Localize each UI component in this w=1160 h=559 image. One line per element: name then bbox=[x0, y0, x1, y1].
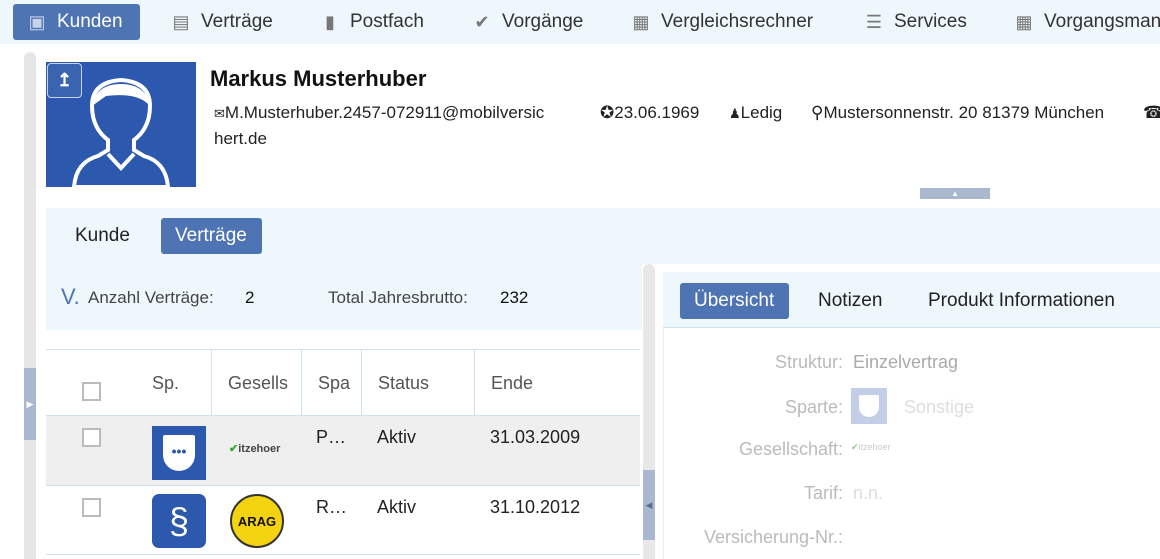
person-icon: ♟ bbox=[729, 106, 741, 121]
nav-vorgangsmanager[interactable]: ▦ Vorgangsmanager bbox=[1014, 4, 1160, 40]
sparte-value: Sonstige bbox=[904, 397, 975, 417]
contact-card-icon: ▣ bbox=[28, 12, 46, 32]
contracts-summary: V. Anzahl Verträge: 2 Total Jahresbrutto… bbox=[46, 264, 642, 330]
nav-label: Verträge bbox=[201, 11, 273, 32]
nav-label: Vorgangsmanager bbox=[1044, 11, 1160, 32]
count-value: 2 bbox=[245, 288, 255, 307]
select-all-checkbox[interactable] bbox=[82, 382, 101, 401]
check-circle-icon: ✔ bbox=[474, 12, 490, 32]
nav-label: Kunden bbox=[57, 11, 123, 32]
sparte-cell: P… bbox=[316, 427, 347, 447]
column-header-sparte-name[interactable]: Spa bbox=[301, 350, 361, 415]
shield-icon: ••• bbox=[152, 426, 206, 480]
column-header-ende[interactable]: Ende bbox=[474, 350, 640, 415]
status-text: Ledig bbox=[740, 103, 783, 122]
map-marker-icon: ⚲ bbox=[811, 103, 824, 122]
detail-tabs: Übersicht Notizen Produkt Informationen bbox=[663, 272, 1160, 328]
nav-label: Vergleichsrechner bbox=[661, 11, 814, 32]
count-label: Anzahl Verträge: bbox=[88, 288, 214, 307]
email-text-cont: hert.de bbox=[214, 129, 267, 148]
contracts-table: Sp. Gesells Spa Status Ende ••• ✔itzehoe… bbox=[46, 349, 640, 559]
tarif-value: n.n. bbox=[853, 483, 884, 503]
email-text: M.Musterhuber.2457-072911@mobilversic bbox=[224, 103, 545, 122]
nav-services[interactable]: ☰ Services bbox=[864, 4, 967, 40]
customer-marital-status: ♟Ledig bbox=[729, 100, 782, 126]
ende-cell: 31.03.2009 bbox=[490, 427, 581, 447]
envelope-icon: ✉ bbox=[214, 106, 225, 121]
company-logo-arag: ARAG bbox=[230, 494, 284, 548]
nav-label: Vorgänge bbox=[502, 11, 584, 32]
collapse-header-button[interactable]: ▲ bbox=[920, 188, 990, 199]
building-icon: ▦ bbox=[632, 12, 650, 32]
customer-birthdate: ✪23.06.1969 bbox=[600, 100, 699, 125]
nav-vorgaenge[interactable]: ✔ Vorgänge bbox=[472, 4, 583, 40]
nav-label: Postfach bbox=[350, 11, 424, 32]
nav-vertraege[interactable]: ▤ Verträge bbox=[171, 4, 273, 40]
phone-icon[interactable]: ☎ bbox=[1143, 100, 1160, 125]
nav-vergleichsrechner[interactable]: ▦ Vergleichsrechner bbox=[631, 4, 813, 40]
summary-prefix[interactable]: V. bbox=[61, 284, 80, 310]
gesellschaft-label: Gesellschaft: bbox=[738, 439, 843, 459]
shield-icon bbox=[851, 388, 887, 424]
struktur-value: Einzelvertrag bbox=[853, 352, 959, 372]
nav-postfach[interactable]: ▮ Postfach bbox=[320, 4, 424, 40]
star-icon: ✪ bbox=[600, 103, 615, 122]
versicherung-nr-label: Versicherung-Nr.: bbox=[703, 527, 843, 547]
nav-kunden[interactable]: ▣ Kunden bbox=[13, 4, 140, 40]
paragraph-icon: § bbox=[152, 494, 206, 548]
list-icon: ☰ bbox=[865, 12, 883, 32]
total-label: Total Jahresbrutto: bbox=[328, 288, 468, 307]
row-checkbox[interactable] bbox=[82, 428, 101, 447]
status-cell: Aktiv bbox=[377, 497, 417, 517]
status-cell: Aktiv bbox=[377, 427, 417, 447]
top-navigation: ▣ Kunden ▤ Verträge ▮ Postfach ✔ Vorgänge ▦ V… bbox=[0, 0, 1160, 44]
tab-kunde[interactable]: Kunde bbox=[61, 218, 144, 254]
customer-tabs: Kunde Verträge bbox=[46, 208, 1160, 264]
company-logo-itzehoer: ✔itzehoer bbox=[851, 442, 891, 452]
upload-photo-button[interactable]: ↥ bbox=[47, 63, 82, 98]
customer-email[interactable]: ✉M.Musterhuber.2457-072911@mobilversic he… bbox=[214, 100, 574, 151]
column-header-sparte[interactable]: Sp. bbox=[136, 350, 211, 415]
documents-icon: ▤ bbox=[172, 12, 190, 32]
splitter-handle[interactable]: ◀ bbox=[643, 470, 655, 540]
table-row[interactable]: § ARAG R… Aktiv 31.10.2012 bbox=[46, 485, 640, 555]
customer-address[interactable]: ⚲Mustersonnenstr. 20 81379 München bbox=[811, 100, 1104, 125]
tab-uebersicht[interactable]: Übersicht bbox=[680, 283, 789, 319]
tab-vertraege[interactable]: Verträge bbox=[161, 218, 262, 254]
sparte-label: Sparte: bbox=[784, 397, 843, 417]
tab-notizen[interactable]: Notizen bbox=[804, 283, 896, 319]
address-text: Mustersonnenstr. 20 81379 München bbox=[823, 103, 1105, 122]
upload-icon: ↥ bbox=[56, 70, 73, 90]
row-checkbox[interactable] bbox=[82, 498, 101, 517]
sparte-cell: R… bbox=[316, 497, 347, 517]
left-sidebar-scroll[interactable] bbox=[24, 52, 36, 559]
customer-name: Markus Musterhuber bbox=[210, 66, 427, 91]
nav-label: Services bbox=[894, 11, 967, 32]
tarif-label: Tarif: bbox=[803, 483, 843, 503]
column-header-gesellschaft[interactable]: Gesells bbox=[211, 350, 301, 415]
total-value: 232 bbox=[500, 288, 529, 307]
column-header-status[interactable]: Status bbox=[361, 350, 474, 415]
company-logo-itzehoer: ✔itzehoer bbox=[229, 443, 281, 455]
birthdate-text: 23.06.1969 bbox=[614, 103, 700, 122]
tab-produkt-informationen[interactable]: Produkt Informationen bbox=[914, 283, 1129, 319]
struktur-label: Struktur: bbox=[774, 352, 843, 372]
ende-cell: 31.10.2012 bbox=[490, 497, 581, 517]
table-row[interactable]: ••• ✔itzehoer P… Aktiv 31.03.2009 bbox=[46, 415, 640, 485]
building-icon: ▦ bbox=[1015, 12, 1033, 32]
mailbox-icon: ▮ bbox=[325, 12, 335, 32]
sidebar-toggle[interactable]: ▶ bbox=[24, 368, 36, 440]
